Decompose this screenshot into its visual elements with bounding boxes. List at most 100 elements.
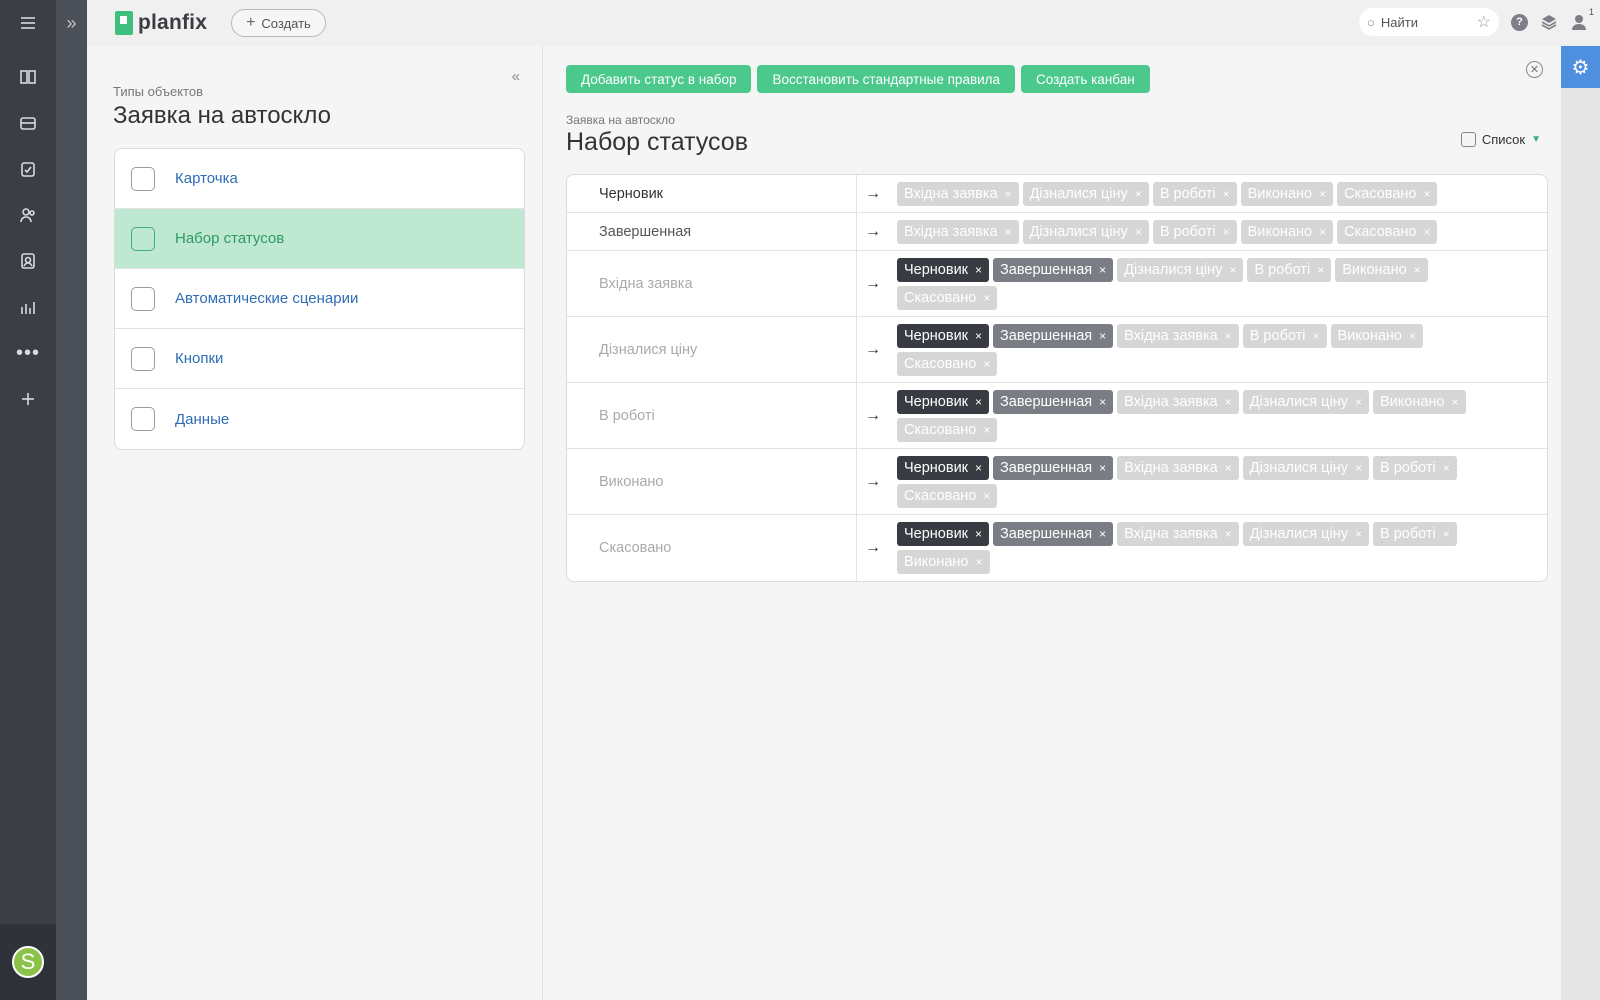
remove-tag-icon[interactable]: ×: [1423, 187, 1430, 201]
status-tag[interactable]: Виконано ×: [897, 550, 990, 574]
search-input[interactable]: ○ Найти ☆: [1359, 8, 1499, 36]
menu-item-scenarios[interactable]: Автоматические сценарии: [115, 269, 524, 329]
more-icon[interactable]: •••: [0, 330, 56, 376]
status-name[interactable]: Виконано: [567, 449, 857, 514]
star-icon[interactable]: ☆: [1477, 12, 1491, 32]
status-name[interactable]: В роботі: [567, 383, 857, 448]
remove-tag-icon[interactable]: ×: [1225, 395, 1232, 409]
remove-tag-icon[interactable]: ×: [1135, 187, 1142, 201]
status-tag[interactable]: Вхідна заявка ×: [1117, 389, 1239, 414]
remove-tag-icon[interactable]: ×: [975, 329, 982, 343]
status-tag[interactable]: Скасовано ×: [1337, 219, 1438, 244]
status-tag[interactable]: Вхідна заявка ×: [897, 181, 1019, 206]
create-button[interactable]: + Создать: [231, 9, 326, 37]
status-tag[interactable]: Дізналися ціну ×: [1242, 455, 1369, 480]
status-tag[interactable]: Виконано ×: [1240, 219, 1334, 244]
gear-icon[interactable]: ⚙: [1561, 46, 1600, 88]
remove-tag-icon[interactable]: ×: [1223, 225, 1230, 239]
logo[interactable]: planfix: [115, 11, 207, 35]
status-tag[interactable]: Завершенная ×: [993, 455, 1114, 480]
status-tag[interactable]: В роботі ×: [1152, 181, 1237, 206]
status-tag[interactable]: Виконано ×: [1330, 323, 1424, 348]
menu-item-buttons[interactable]: Кнопки: [115, 329, 524, 389]
pages-icon[interactable]: [0, 54, 56, 100]
inbox-icon[interactable]: [0, 100, 56, 146]
remove-tag-icon[interactable]: ×: [1355, 527, 1362, 541]
status-tag[interactable]: Дізналися ціну ×: [1242, 389, 1369, 414]
remove-tag-icon[interactable]: ×: [1005, 225, 1012, 239]
remove-tag-icon[interactable]: ×: [1225, 527, 1232, 541]
menu-icon[interactable]: [0, 0, 56, 46]
layers-icon[interactable]: [1540, 13, 1558, 31]
view-mode-dropdown[interactable]: Список ▼: [1460, 132, 1541, 147]
remove-tag-icon[interactable]: ×: [1355, 395, 1362, 409]
remove-tag-icon[interactable]: ×: [1409, 329, 1416, 343]
status-tag[interactable]: Скасовано ×: [1337, 181, 1438, 206]
add-icon[interactable]: [0, 376, 56, 422]
status-tag[interactable]: В роботі ×: [1247, 257, 1332, 282]
remove-tag-icon[interactable]: ×: [983, 357, 990, 371]
status-tag[interactable]: Завершенная ×: [993, 389, 1114, 414]
remove-tag-icon[interactable]: ×: [1099, 395, 1106, 409]
status-tag[interactable]: Скасовано ×: [897, 417, 998, 442]
menu-item-statuses[interactable]: Набор статусов: [115, 209, 524, 269]
remove-tag-icon[interactable]: ×: [1414, 263, 1421, 277]
add-status-button[interactable]: Добавить статус в набор: [566, 65, 752, 93]
status-tag[interactable]: Завершенная ×: [993, 257, 1114, 282]
remove-tag-icon[interactable]: ×: [1005, 187, 1012, 201]
users-icon[interactable]: [0, 238, 56, 284]
expand-chevron-icon[interactable]: »: [56, 0, 87, 46]
status-tag[interactable]: В роботі ×: [1373, 522, 1457, 546]
remove-tag-icon[interactable]: ×: [1443, 461, 1450, 475]
remove-tag-icon[interactable]: ×: [1452, 395, 1459, 409]
remove-tag-icon[interactable]: ×: [975, 461, 982, 475]
status-tag[interactable]: Виконано ×: [1373, 389, 1466, 414]
status-tag[interactable]: Вхідна заявка ×: [897, 219, 1019, 244]
remove-tag-icon[interactable]: ×: [1099, 263, 1106, 277]
status-name[interactable]: Черновик: [567, 175, 857, 212]
status-tag[interactable]: Завершенная ×: [993, 522, 1114, 546]
status-tag[interactable]: В роботі ×: [1373, 455, 1457, 480]
avatar[interactable]: S: [12, 946, 44, 978]
menu-item-data[interactable]: Данные: [115, 389, 524, 449]
status-name[interactable]: Скасовано: [567, 515, 857, 581]
remove-tag-icon[interactable]: ×: [975, 527, 982, 541]
remove-tag-icon[interactable]: ×: [1319, 225, 1326, 239]
status-name[interactable]: Дізналися ціну: [567, 317, 857, 382]
status-tag[interactable]: Дізналися ціну ×: [1022, 219, 1149, 244]
contacts-icon[interactable]: [0, 192, 56, 238]
remove-tag-icon[interactable]: ×: [1225, 461, 1232, 475]
restore-rules-button[interactable]: Восстановить стандартные правила: [757, 65, 1016, 93]
status-tag[interactable]: Дізналися ціну ×: [1022, 181, 1149, 206]
status-tag[interactable]: Виконано ×: [1335, 257, 1428, 282]
status-tag[interactable]: Дізналися ціну ×: [1117, 257, 1244, 282]
status-tag[interactable]: Вхідна заявка ×: [1117, 323, 1239, 348]
remove-tag-icon[interactable]: ×: [1099, 329, 1106, 343]
status-tag[interactable]: Вхідна заявка ×: [1117, 522, 1239, 546]
menu-item-card[interactable]: Карточка: [115, 149, 524, 209]
status-tag[interactable]: Черновик ×: [897, 389, 990, 414]
status-name[interactable]: Вхідна заявка: [567, 251, 857, 316]
remove-tag-icon[interactable]: ×: [1223, 187, 1230, 201]
status-tag[interactable]: Скасовано ×: [897, 285, 998, 310]
remove-tag-icon[interactable]: ×: [983, 489, 990, 503]
remove-tag-icon[interactable]: ×: [1317, 263, 1324, 277]
status-tag[interactable]: В роботі ×: [1242, 323, 1327, 348]
remove-tag-icon[interactable]: ×: [983, 291, 990, 305]
collapse-panel-icon[interactable]: «: [512, 68, 520, 85]
status-tag[interactable]: Скасовано ×: [897, 351, 998, 376]
status-tag[interactable]: Черновик ×: [897, 522, 990, 546]
status-name[interactable]: Завершенная: [567, 213, 857, 250]
remove-tag-icon[interactable]: ×: [975, 395, 982, 409]
remove-tag-icon[interactable]: ×: [1319, 187, 1326, 201]
remove-tag-icon[interactable]: ×: [1423, 225, 1430, 239]
status-tag[interactable]: Черновик ×: [897, 323, 990, 348]
status-tag[interactable]: В роботі ×: [1152, 219, 1237, 244]
status-tag[interactable]: Черновик ×: [897, 455, 990, 480]
status-tag[interactable]: Вхідна заявка ×: [1117, 455, 1239, 480]
remove-tag-icon[interactable]: ×: [1312, 329, 1319, 343]
status-tag[interactable]: Дізналися ціну ×: [1242, 522, 1369, 546]
status-tag[interactable]: Завершенная ×: [993, 323, 1114, 348]
remove-tag-icon[interactable]: ×: [983, 423, 990, 437]
create-kanban-button[interactable]: Создать канбан: [1021, 65, 1150, 93]
